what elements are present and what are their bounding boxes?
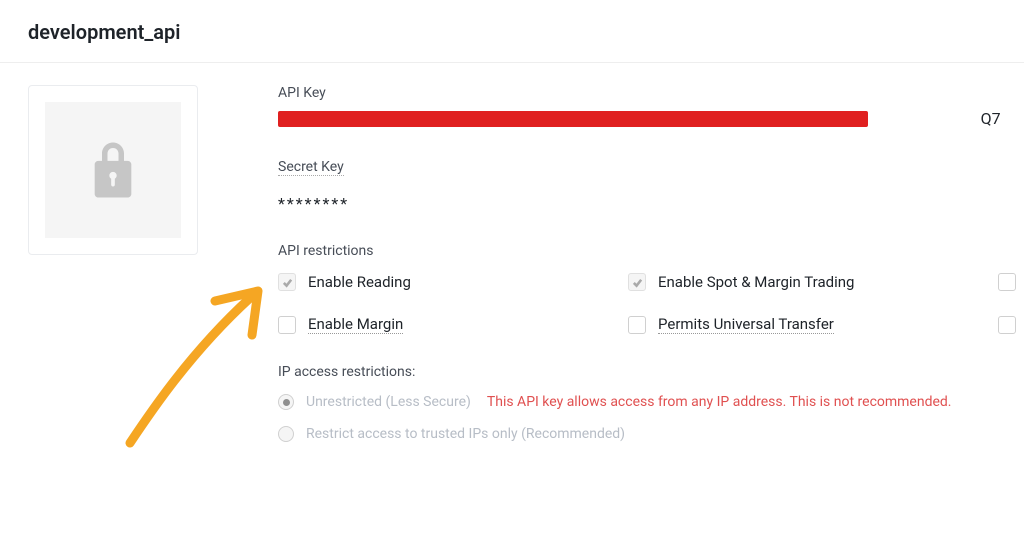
ip-warning-text: This API key allows access from any IP a… [487, 394, 952, 410]
checkbox-box [628, 316, 646, 334]
restriction-checkbox[interactable]: Enable Reading [278, 273, 628, 291]
api-key-value: cqnenmznnwtyaou Q7 [278, 109, 1001, 128]
restriction-checkbox[interactable]: E [998, 315, 1024, 334]
secret-key-label: Secret Key [278, 159, 344, 176]
restriction-checkbox[interactable]: Enable Spot & Margin Trading [628, 273, 998, 291]
ip-restrictions-label: IP access restrictions: [278, 364, 1024, 380]
restriction-label: Enable Reading [308, 273, 411, 291]
ip-option[interactable]: Unrestricted (Less Secure) This API key a… [278, 394, 1024, 410]
api-key-label: API Key [278, 85, 1024, 101]
restriction-label: Enable Spot & Margin Trading [658, 273, 854, 291]
api-restrictions-label: API restrictions [278, 243, 1024, 259]
checkbox-box [278, 273, 296, 291]
restriction-label: Permits Universal Transfer [658, 315, 834, 334]
ip-option-label: Restrict access to trusted IPs only (Rec… [306, 426, 625, 442]
restriction-checkbox[interactable]: Permits Universal Transfer [628, 315, 998, 334]
api-lock-card [28, 85, 198, 255]
ip-option[interactable]: Restrict access to trusted IPs only (Rec… [278, 426, 1024, 442]
checkbox-box [628, 273, 646, 291]
restriction-checkbox[interactable]: E [998, 273, 1024, 291]
checkbox-box [998, 273, 1016, 291]
restriction-label: Enable Margin [308, 315, 403, 334]
radio-button [278, 394, 294, 410]
radio-button [278, 426, 294, 442]
lock-icon [45, 102, 181, 238]
checkbox-box [998, 316, 1016, 334]
restriction-checkbox[interactable]: Enable Margin [278, 315, 628, 334]
page-title: development_api [28, 20, 996, 44]
secret-key-value: ******** [278, 194, 1024, 213]
api-restrictions-grid: Enable Reading Enable Spot & Margin Tradi… [278, 273, 1024, 334]
ip-option-label: Unrestricted (Less Secure) [306, 394, 471, 410]
checkbox-box [278, 316, 296, 334]
